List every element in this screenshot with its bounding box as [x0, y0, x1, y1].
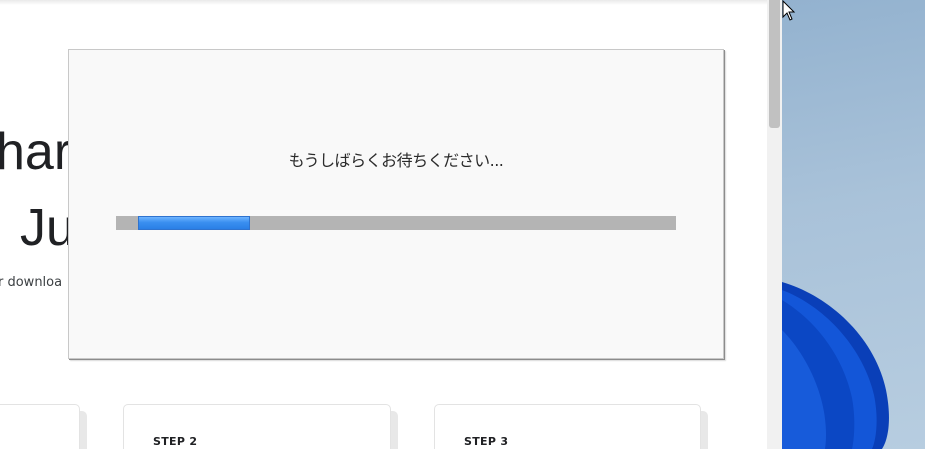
hero-heading-line-1: har — [0, 123, 72, 181]
step-card-2: STEP 2 — [123, 404, 391, 449]
please-wait-dialog: もうしばらくお待ちください... — [68, 49, 724, 359]
step-card-3-label: STEP 3 — [464, 435, 509, 448]
page-scrollbar[interactable] — [767, 0, 782, 449]
windows-bloom-graphic — [782, 282, 889, 449]
step-card-2-label: STEP 2 — [153, 435, 198, 448]
step-card-1 — [0, 404, 80, 449]
screen: har Ju r downloa STEP 2 STEP 3 もうしばらくお待ち… — [0, 0, 925, 449]
progress-bar — [116, 216, 676, 230]
scrollbar-thumb[interactable] — [769, 0, 780, 128]
mouse-cursor-icon — [782, 0, 796, 21]
page-top-shadow — [0, 0, 767, 5]
progress-bar-marquee-chunk — [138, 216, 251, 230]
hero-heading-line-2: Ju — [20, 199, 75, 257]
hero-subtext: r downloa — [0, 275, 63, 290]
desktop-wallpaper — [782, 0, 925, 449]
dialog-message: もうしばらくお待ちください... — [288, 151, 504, 170]
step-card-3: STEP 3 — [434, 404, 701, 449]
